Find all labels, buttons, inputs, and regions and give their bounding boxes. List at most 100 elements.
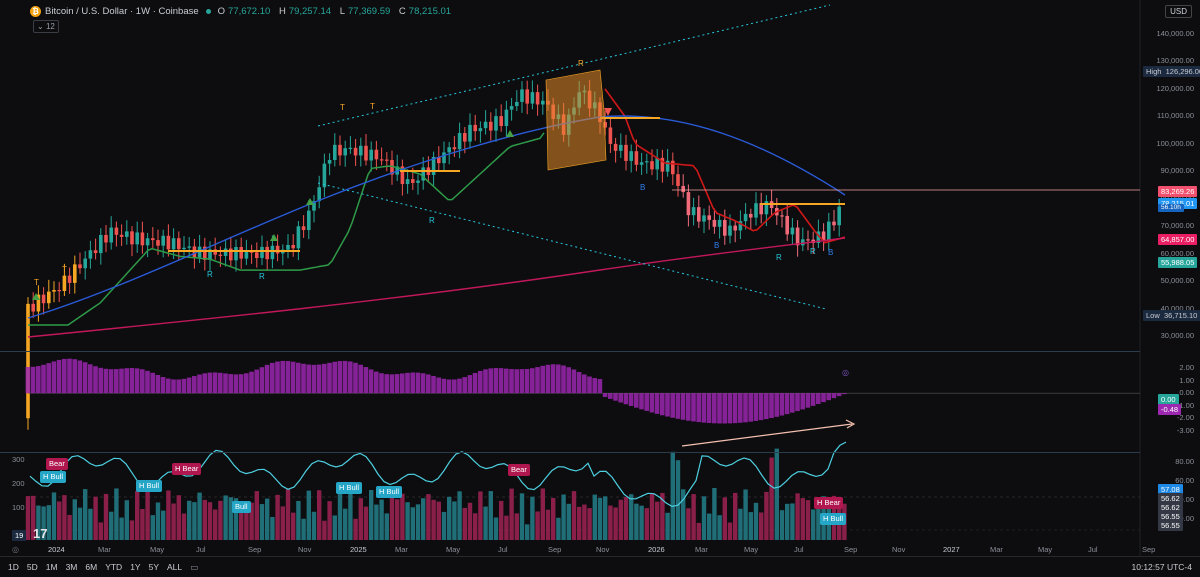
volume-bar bbox=[488, 491, 493, 540]
osc-bar bbox=[249, 371, 254, 394]
candle-body bbox=[463, 133, 467, 142]
candle-body bbox=[67, 275, 72, 283]
tf-5y[interactable]: 5Y bbox=[149, 562, 159, 572]
osc-bar bbox=[800, 393, 805, 410]
settings-icon[interactable]: ◎ bbox=[12, 545, 19, 554]
volume-bar bbox=[478, 491, 483, 540]
osc-bar bbox=[566, 367, 571, 394]
volume-bar bbox=[525, 524, 530, 540]
candle-body bbox=[171, 238, 176, 250]
volume-bar bbox=[171, 503, 176, 540]
volume-bar bbox=[748, 512, 753, 540]
tf-all[interactable]: ALL bbox=[167, 562, 182, 572]
clock[interactable]: 10:12:57 UTC-4 bbox=[1132, 562, 1192, 572]
r-marker: R bbox=[207, 270, 213, 279]
candle-body bbox=[322, 163, 327, 188]
osc-bar bbox=[764, 393, 769, 420]
pane-separator-1[interactable] bbox=[0, 351, 1140, 352]
osc-tick: 2.00 bbox=[1179, 363, 1194, 372]
volume-bar bbox=[405, 502, 410, 540]
volume-bar bbox=[119, 517, 124, 540]
osc-bar bbox=[675, 393, 681, 419]
tf-1m[interactable]: 1M bbox=[46, 562, 58, 572]
candle-body bbox=[707, 215, 711, 220]
osc-bar bbox=[394, 374, 400, 394]
osc-bar bbox=[493, 368, 499, 394]
tradingview-chart[interactable]: ₿ Bitcoin / U.S. Dollar · 1W · Coinbase … bbox=[0, 0, 1200, 576]
candle-body bbox=[260, 246, 264, 259]
candle-body bbox=[57, 290, 61, 292]
volume-bar bbox=[556, 517, 561, 540]
osc-bar bbox=[67, 358, 72, 394]
osc-bar bbox=[207, 372, 213, 394]
volume-bar bbox=[72, 499, 77, 540]
osc-bar bbox=[831, 393, 837, 399]
tradingview-logo-icon[interactable]: 17 bbox=[33, 526, 47, 541]
volume-bar bbox=[753, 502, 759, 540]
tf-1d[interactable]: 1D bbox=[8, 562, 19, 572]
tf-1y[interactable]: 1Y bbox=[130, 562, 140, 572]
osc-bar bbox=[259, 367, 265, 394]
osc-tick: 1.00 bbox=[1179, 375, 1194, 385]
osc-bar bbox=[275, 361, 280, 394]
date-range-icon[interactable]: ▭ bbox=[190, 562, 198, 573]
volume-bar bbox=[187, 500, 192, 540]
volume-bar bbox=[504, 515, 509, 540]
goto-realtime-icon[interactable]: ◎ bbox=[842, 368, 849, 377]
tf-5d[interactable]: 5D bbox=[27, 562, 38, 572]
volume-bar bbox=[150, 515, 155, 540]
volume-tick: 100 bbox=[12, 503, 25, 512]
volume-bar bbox=[114, 488, 119, 540]
tf-3m[interactable]: 3M bbox=[66, 562, 78, 572]
pane-separator-2[interactable] bbox=[0, 452, 1140, 453]
osc-bar bbox=[327, 362, 332, 394]
time-tick: Mar bbox=[98, 545, 111, 554]
price-tick: 100,000.00 bbox=[1156, 138, 1194, 148]
volume-bar bbox=[223, 495, 228, 540]
osc-bar bbox=[530, 368, 535, 394]
bull-label: H Bull bbox=[376, 486, 403, 498]
volume-bar bbox=[161, 510, 166, 540]
candle-body bbox=[379, 159, 384, 161]
candle-body bbox=[619, 144, 623, 151]
osc-bar bbox=[197, 374, 202, 394]
volume-bar bbox=[743, 489, 748, 540]
osc-bar bbox=[374, 371, 379, 394]
osc-bar bbox=[524, 368, 530, 394]
time-tick: 2027 bbox=[943, 545, 960, 554]
volume-tick: 300 bbox=[12, 455, 25, 464]
osc-bar bbox=[634, 393, 639, 408]
candle-body bbox=[520, 89, 524, 102]
candle-body bbox=[265, 246, 269, 260]
volume-tick: 200 bbox=[12, 479, 25, 488]
time-tick: May bbox=[446, 545, 461, 554]
time-tick: Jul bbox=[196, 545, 206, 554]
price-tick: 130,000.00 bbox=[1156, 56, 1194, 66]
volume-bar bbox=[280, 506, 285, 540]
r-marker: R bbox=[259, 272, 265, 281]
time-tick: 2026 bbox=[648, 545, 665, 554]
candle-body bbox=[613, 143, 618, 151]
volume-bar bbox=[337, 488, 343, 540]
candle-body bbox=[754, 203, 758, 218]
candle-body bbox=[837, 206, 841, 226]
osc-bar bbox=[686, 393, 691, 421]
tf-6m[interactable]: 6M bbox=[85, 562, 97, 572]
candle-body bbox=[275, 245, 280, 254]
osc-bar bbox=[30, 366, 36, 394]
candle-body bbox=[499, 116, 503, 127]
candle-body bbox=[681, 185, 685, 193]
price-tag: 64,857.00 bbox=[1158, 234, 1198, 245]
osc-bar bbox=[665, 393, 670, 417]
volume-bar bbox=[254, 491, 259, 540]
osc-bar bbox=[821, 393, 826, 403]
time-tick: May bbox=[150, 545, 165, 554]
volume-bar bbox=[623, 497, 629, 540]
osc-bar bbox=[311, 364, 317, 394]
volume-bar bbox=[296, 500, 301, 540]
orange-cloud bbox=[545, 69, 607, 171]
t-marker: T bbox=[340, 103, 345, 112]
tf-ytd[interactable]: YTD bbox=[105, 562, 122, 572]
osc-bar bbox=[727, 393, 733, 424]
osc-bar bbox=[41, 364, 46, 394]
